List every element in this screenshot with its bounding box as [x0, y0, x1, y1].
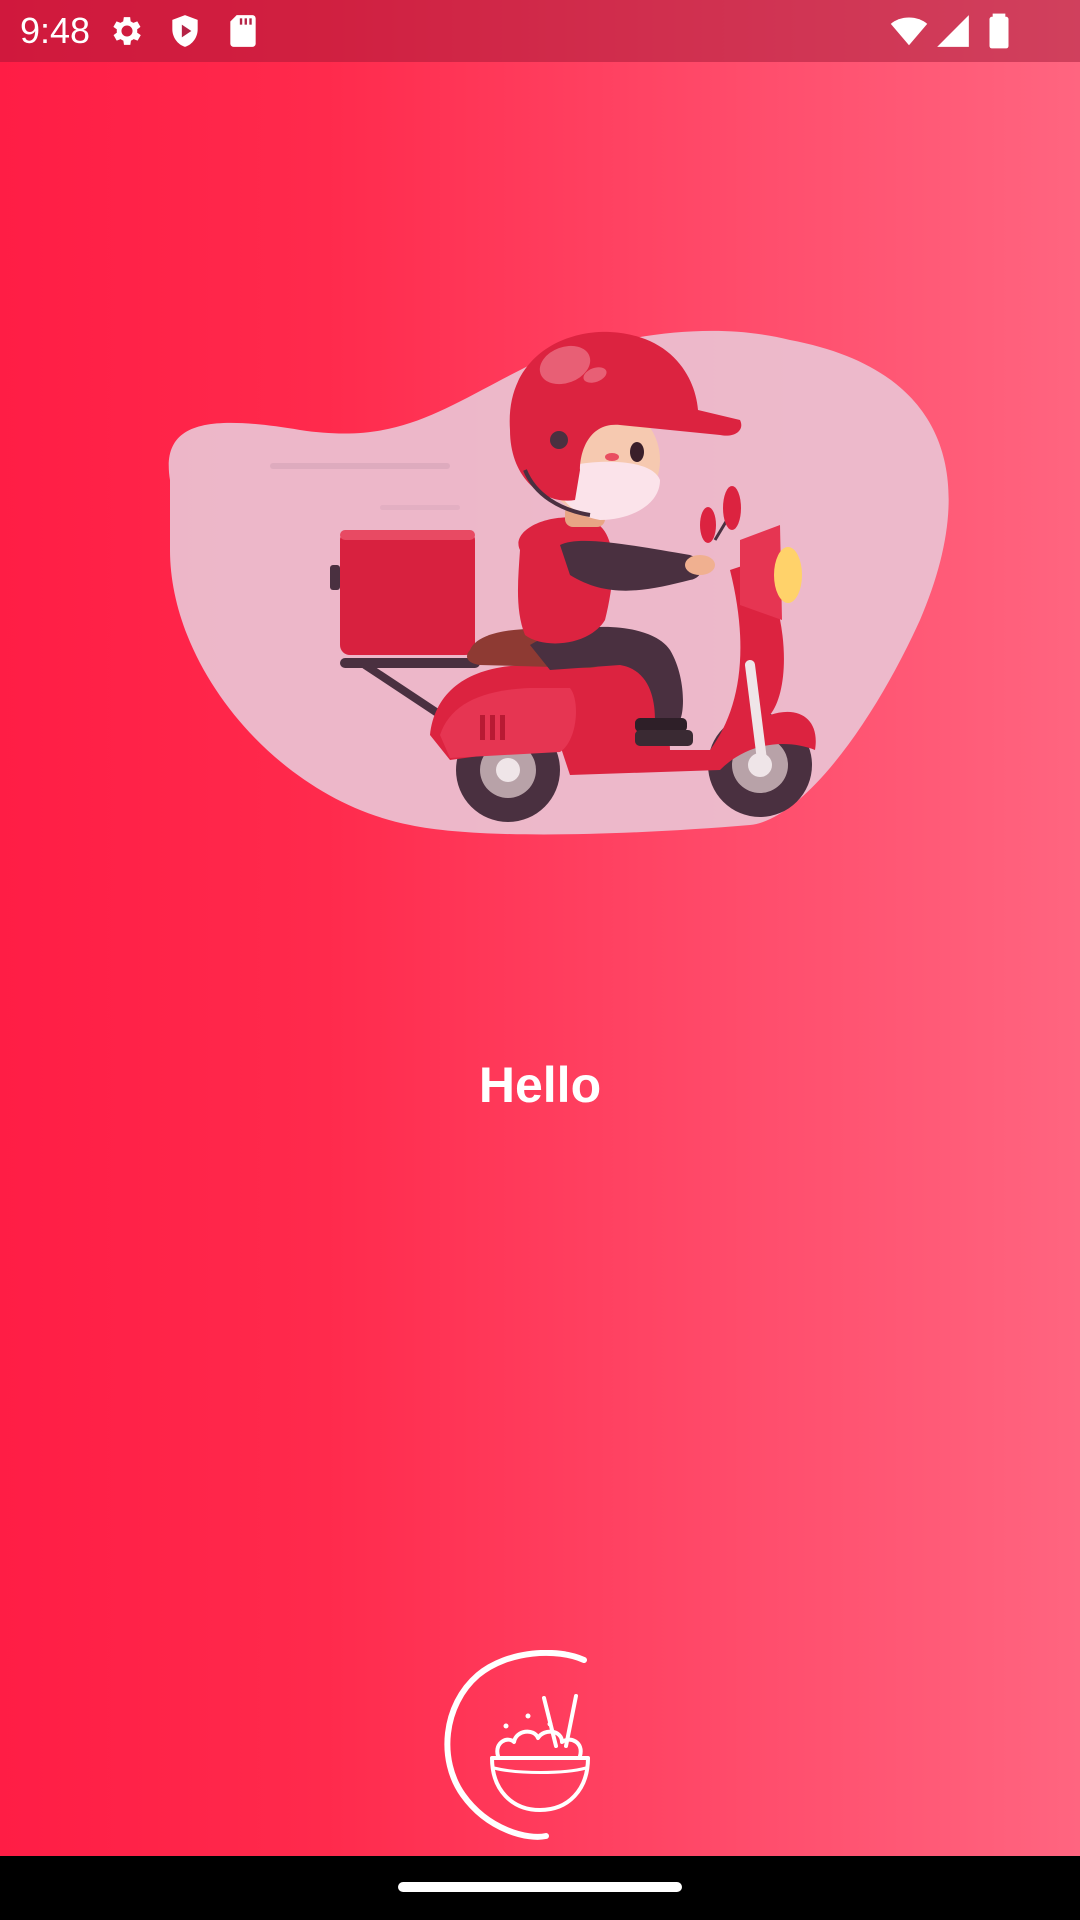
splash-screen: 9:48 Hello [0, 0, 1080, 1856]
status-time: 9:48 [20, 10, 91, 51]
delivery-scooter-illustration [168, 330, 949, 835]
gear-icon [113, 17, 141, 45]
shield-play-icon [172, 15, 198, 47]
signal-icon [937, 15, 969, 47]
home-indicator[interactable] [398, 1882, 682, 1892]
wifi-icon [890, 17, 928, 46]
status-bar: 9:48 [0, 0, 1080, 62]
battery-icon [989, 13, 1009, 49]
greeting-text: Hello [478, 1057, 602, 1113]
sd-card-icon [230, 15, 256, 47]
food-bowl-logo-icon [444, 1650, 590, 1840]
